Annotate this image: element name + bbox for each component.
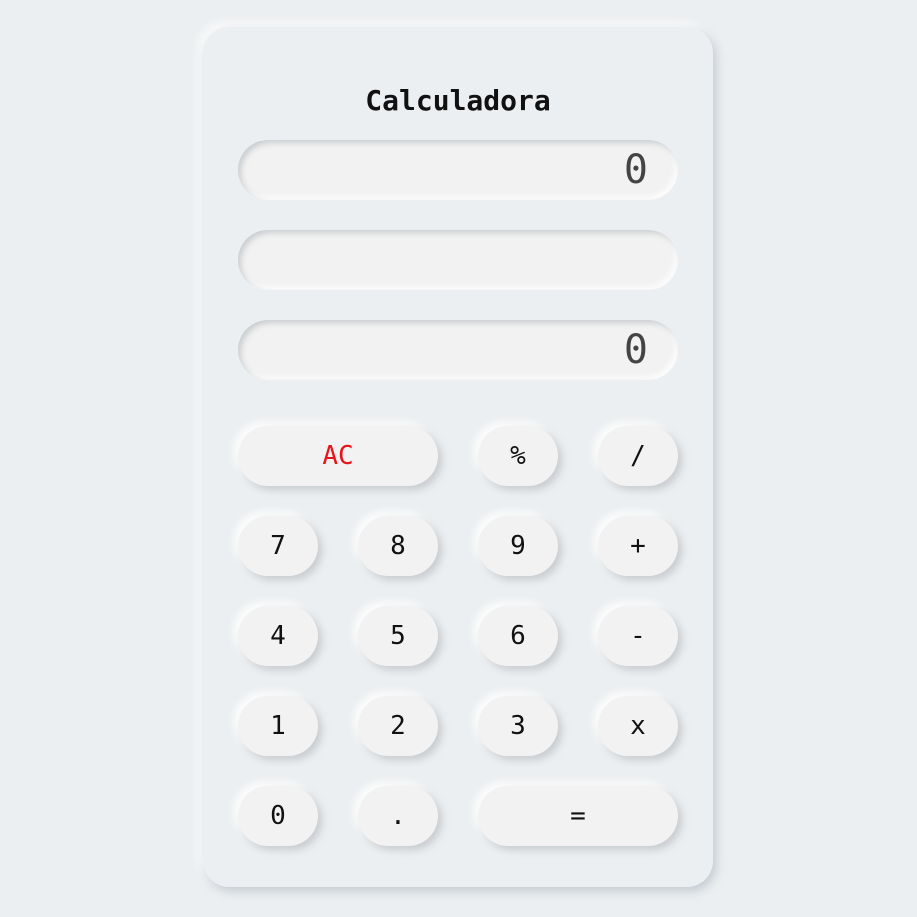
clear-button[interactable]: AC (238, 426, 438, 486)
equals-button[interactable]: = (478, 786, 678, 846)
digit-6-button[interactable]: 6 (478, 606, 558, 666)
current-value-display: 0 (238, 320, 678, 380)
multiply-button[interactable]: x (598, 696, 678, 756)
digit-7-button[interactable]: 7 (238, 516, 318, 576)
add-button[interactable]: + (598, 516, 678, 576)
digit-5-button[interactable]: 5 (358, 606, 438, 666)
divide-button[interactable]: / (598, 426, 678, 486)
subtract-button[interactable]: - (598, 606, 678, 666)
digit-9-button[interactable]: 9 (478, 516, 558, 576)
digit-1-button[interactable]: 1 (238, 696, 318, 756)
calculator-panel: Calculadora 0 0 AC % / 7 8 9 + 4 5 6 - 1… (203, 27, 713, 887)
digit-8-button[interactable]: 8 (358, 516, 438, 576)
operation-display (238, 230, 678, 290)
app-title: Calculadora (365, 84, 551, 117)
percent-button[interactable]: % (478, 426, 558, 486)
digit-2-button[interactable]: 2 (358, 696, 438, 756)
digit-3-button[interactable]: 3 (478, 696, 558, 756)
previous-value-display: 0 (238, 140, 678, 200)
digit-4-button[interactable]: 4 (238, 606, 318, 666)
digit-0-button[interactable]: 0 (238, 786, 318, 846)
decimal-button[interactable]: . (358, 786, 438, 846)
